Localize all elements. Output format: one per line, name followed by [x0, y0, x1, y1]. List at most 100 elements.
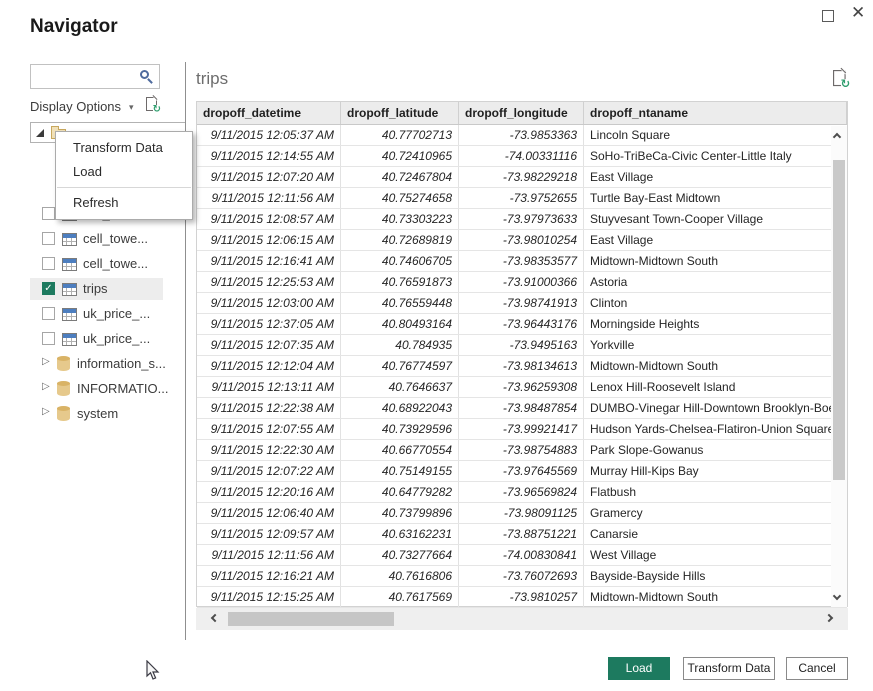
cell-dropoff_longitude: -73.97973633 [459, 209, 584, 229]
table-icon [62, 283, 77, 296]
checkbox[interactable] [42, 207, 55, 220]
cell-dropoff_longitude: -74.00331116 [459, 146, 584, 166]
table-row: 9/11/2015 12:16:41 AM40.74606705-73.9835… [197, 251, 847, 272]
chevron-down-icon: ▾ [129, 103, 134, 113]
expand-arrow-icon[interactable]: ▷ [42, 406, 50, 417]
cell-dropoff_datetime: 9/11/2015 12:05:37 AM [197, 125, 341, 145]
cell-dropoff_latitude: 40.68922043 [341, 398, 459, 418]
context-menu: Transform DataLoad Refresh [55, 131, 193, 220]
cell-dropoff_ntaname: Midtown-Midtown South [584, 356, 847, 376]
expand-arrow-icon[interactable]: ▷ [42, 356, 50, 367]
refresh-preview-icon[interactable]: ↻ [833, 70, 846, 86]
table-row: 9/11/2015 12:13:11 AM40.7646637-73.96259… [197, 377, 847, 398]
cell-dropoff_datetime: 9/11/2015 12:16:21 AM [197, 566, 341, 586]
scroll-left-icon[interactable] [211, 614, 219, 622]
refresh-list-icon[interactable]: ↻ [146, 97, 157, 111]
cell-dropoff_latitude: 40.72410965 [341, 146, 459, 166]
menu-item-refresh[interactable]: Refresh [56, 191, 192, 215]
horizontal-scrollbar[interactable] [196, 608, 848, 630]
search-icon[interactable] [140, 70, 149, 79]
expand-arrow-icon[interactable]: ▷ [42, 381, 50, 392]
menu-item-load[interactable]: Load [56, 160, 192, 184]
transform-data-button[interactable]: Transform Data [683, 657, 775, 680]
table-icon [62, 333, 77, 346]
tree-item-label: information_s... [77, 356, 166, 371]
preview-title: trips [196, 69, 228, 89]
display-options-dropdown[interactable]: Display Options▾ [30, 99, 185, 117]
cell-dropoff_datetime: 9/11/2015 12:20:16 AM [197, 482, 341, 502]
tree-item-label: uk_price_... [83, 306, 150, 321]
cell-dropoff_ntaname: West Village [584, 545, 847, 565]
cell-dropoff_latitude: 40.72467804 [341, 167, 459, 187]
cell-dropoff_longitude: -73.96569824 [459, 482, 584, 502]
cell-dropoff_latitude: 40.76591873 [341, 272, 459, 292]
table-row: 9/11/2015 12:12:04 AM40.76774597-73.9813… [197, 356, 847, 377]
cell-dropoff_longitude: -73.96443176 [459, 314, 584, 334]
cell-dropoff_longitude: -73.91000366 [459, 272, 584, 292]
cell-dropoff_ntaname: Lenox Hill-Roosevelt Island [584, 377, 847, 397]
table-row: 9/11/2015 12:16:21 AM40.7616806-73.76072… [197, 566, 847, 587]
search-input[interactable] [35, 67, 135, 86]
tree-item-information-s[interactable]: ▷ information_s... [30, 353, 163, 375]
vertical-scroll-thumb[interactable] [833, 160, 845, 480]
vertical-scrollbar[interactable] [831, 126, 847, 607]
table-row: 9/11/2015 12:11:56 AM40.75274658-73.9752… [197, 188, 847, 209]
cell-dropoff_latitude: 40.75149155 [341, 461, 459, 481]
load-button[interactable]: Load [608, 657, 670, 680]
collapse-arrow-icon[interactable] [36, 129, 44, 137]
cancel-button[interactable]: Cancel [786, 657, 848, 680]
cell-dropoff_longitude: -73.98229218 [459, 167, 584, 187]
column-header-dropoff_datetime[interactable]: dropoff_datetime [197, 102, 341, 124]
tree-item-uk-price[interactable]: uk_price_... [30, 328, 163, 350]
table-row: 9/11/2015 12:37:05 AM40.80493164-73.9644… [197, 314, 847, 335]
cell-dropoff_datetime: 9/11/2015 12:22:30 AM [197, 440, 341, 460]
maximize-icon[interactable] [822, 10, 834, 22]
database-icon [57, 406, 70, 422]
column-header-dropoff_longitude[interactable]: dropoff_longitude [459, 102, 584, 124]
refresh-arrows-icon: ↻ [153, 105, 161, 115]
cell-dropoff_ntaname: Canarsie [584, 524, 847, 544]
cell-dropoff_longitude: -73.96259308 [459, 377, 584, 397]
cell-dropoff_latitude: 40.73277664 [341, 545, 459, 565]
tree-item-trips[interactable]: ✓trips [30, 278, 163, 300]
cell-dropoff_latitude: 40.784935 [341, 335, 459, 355]
table-row: 9/11/2015 12:07:20 AM40.72467804-73.9822… [197, 167, 847, 188]
scroll-up-icon[interactable] [833, 133, 841, 141]
tree-item-informatio[interactable]: ▷INFORMATIO... [30, 378, 163, 400]
cell-dropoff_datetime: 9/11/2015 12:11:56 AM [197, 545, 341, 565]
table-row: 9/11/2015 12:22:30 AM40.66770554-73.9875… [197, 440, 847, 461]
table-row: 9/11/2015 12:06:15 AM40.72689819-73.9801… [197, 230, 847, 251]
horizontal-scroll-thumb[interactable] [228, 612, 394, 626]
menu-item-transform-data[interactable]: Transform Data [56, 136, 192, 160]
cell-dropoff_latitude: 40.73799896 [341, 503, 459, 523]
menu-separator [57, 187, 191, 188]
scroll-down-icon[interactable] [833, 592, 841, 600]
tree-item-system[interactable]: ▷system [30, 403, 163, 425]
cell-dropoff_ntaname: Bayside-Bayside Hills [584, 566, 847, 586]
cell-dropoff_longitude: -73.98754883 [459, 440, 584, 460]
tree-item-uk-price[interactable]: uk_price_... [30, 303, 163, 325]
dialog-title: Navigator [30, 16, 118, 38]
cell-dropoff_datetime: 9/11/2015 12:06:15 AM [197, 230, 341, 250]
scroll-right-icon[interactable] [825, 614, 833, 622]
checkbox[interactable] [42, 307, 55, 320]
checkbox[interactable]: ✓ [42, 282, 55, 295]
cell-dropoff_latitude: 40.74606705 [341, 251, 459, 271]
cell-dropoff_longitude: -73.98353577 [459, 251, 584, 271]
cell-dropoff_ntaname: Stuyvesant Town-Cooper Village [584, 209, 847, 229]
checkbox[interactable] [42, 332, 55, 345]
column-header-dropoff_latitude[interactable]: dropoff_latitude [341, 102, 459, 124]
cell-dropoff_longitude: -73.98010254 [459, 230, 584, 250]
cell-dropoff_datetime: 9/11/2015 12:03:00 AM [197, 293, 341, 313]
tree-item-cell-towe[interactable]: cell_towe... [30, 228, 163, 250]
close-icon[interactable]: ✕ [851, 3, 865, 23]
doc-fold [153, 97, 157, 101]
cell-dropoff_longitude: -73.98134613 [459, 356, 584, 376]
column-header-dropoff_ntaname[interactable]: dropoff_ntaname [584, 102, 847, 124]
tree-item-label: cell_towe... [83, 231, 148, 246]
table-row: 9/11/2015 12:05:37 AM40.77702713-73.9853… [197, 125, 847, 146]
cell-dropoff_longitude: -73.98487854 [459, 398, 584, 418]
checkbox[interactable] [42, 257, 55, 270]
tree-item-cell-towe[interactable]: cell_towe... [30, 253, 163, 275]
checkbox[interactable] [42, 232, 55, 245]
